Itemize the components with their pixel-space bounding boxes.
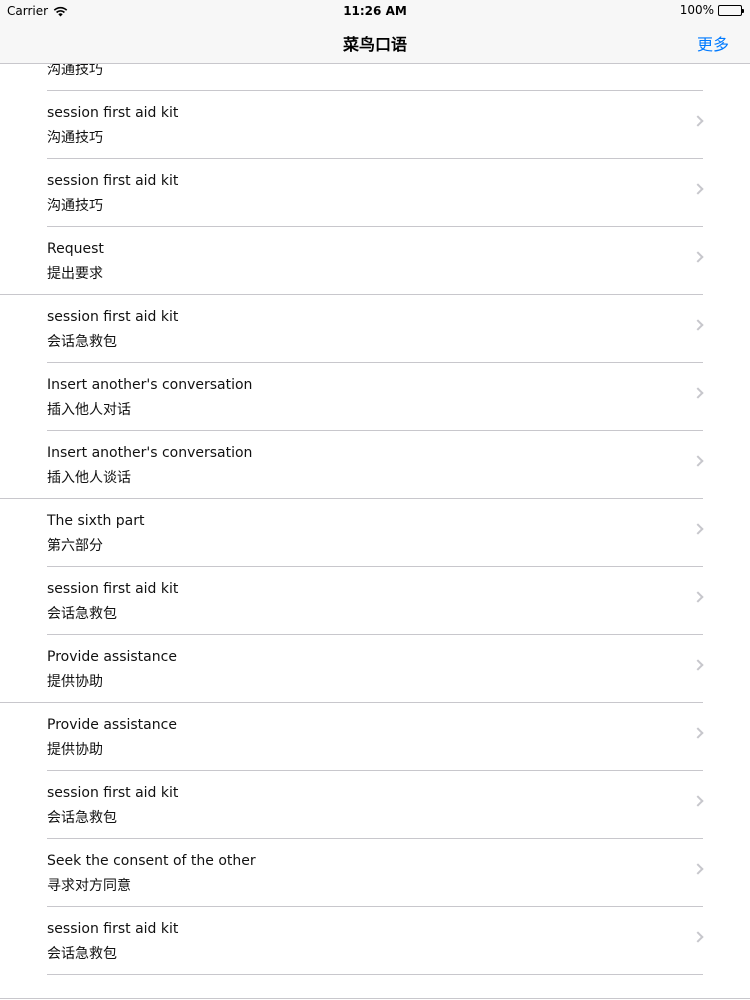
list-item-subtitle: 会话急救包 (47, 810, 117, 826)
nav-title: 菜鸟口语 (342, 35, 407, 54)
list-item[interactable]: session first aid kit 会话急救包 (0, 907, 750, 975)
battery-percent: 100% (679, 3, 714, 17)
list-item-subtitle: 提供协助 (47, 742, 103, 758)
list-item[interactable]: session first aid kit 会话急救包 (0, 567, 750, 635)
chevron-right-icon (692, 251, 704, 263)
list-item[interactable]: The sixth part 第六部分 (0, 499, 750, 567)
chevron-right-icon (692, 659, 704, 671)
list-item-subtitle: 提供协助 (47, 674, 103, 690)
more-button[interactable]: 更多 (697, 31, 729, 55)
chevron-right-icon (692, 523, 704, 535)
navigation-bar: 菜鸟口语 更多 (0, 22, 750, 64)
bottom-divider (0, 998, 750, 999)
list-item-title: session first aid kit (47, 173, 179, 189)
chevron-right-icon (692, 795, 704, 807)
list-item[interactable]: session first aid kit 沟通技巧 (0, 91, 750, 159)
list-item-subtitle: 插入他人对话 (47, 402, 131, 418)
list-item[interactable]: Insert another's conversation 插入他人谈话 (0, 431, 750, 499)
list-item[interactable]: Provide assistance 提供协助 (0, 703, 750, 771)
list-item[interactable]: session first aid kit 会话急救包 (0, 771, 750, 839)
list-item-subtitle: 会话急救包 (47, 334, 117, 350)
chevron-right-icon (692, 115, 704, 127)
list-item-title: session first aid kit (47, 309, 179, 325)
chevron-right-icon (692, 591, 704, 603)
list-item-subtitle: 第六部分 (47, 538, 103, 554)
chevron-right-icon (692, 727, 704, 739)
list-item-title: Provide assistance (47, 649, 177, 665)
app-screen: Carrier 11:26 AM 100% 菜鸟口语 更多 Communicat… (0, 0, 750, 1000)
chevron-right-icon (692, 455, 704, 467)
list-item-title: Insert another's conversation (47, 445, 253, 461)
chevron-right-icon (692, 387, 704, 399)
list-item[interactable]: Insert another's conversation 插入他人对话 (0, 363, 750, 431)
list-item[interactable]: session first aid kit 沟通技巧 (0, 159, 750, 227)
list-item-title: session first aid kit (47, 581, 179, 597)
list-item-subtitle: 提出要求 (47, 266, 103, 282)
list-item-title: The sixth part (47, 513, 145, 529)
list-item-subtitle: 会话急救包 (47, 606, 117, 622)
list-item-subtitle: 沟通技巧 (47, 130, 103, 146)
list-item-title: Insert another's conversation (47, 377, 253, 393)
list-item-subtitle: 插入他人谈话 (47, 470, 131, 486)
list-item-subtitle: 沟通技巧 (47, 198, 103, 214)
chevron-right-icon (692, 319, 704, 331)
list-item-subtitle: 会话急救包 (47, 946, 117, 962)
list-item-subtitle: 寻求对方同意 (47, 878, 131, 894)
list-item-title: Request (47, 241, 104, 257)
list-item[interactable]: Provide assistance 提供协助 (0, 635, 750, 703)
list-item[interactable]: Seek the consent of the other 寻求对方同意 (0, 839, 750, 907)
battery-icon (718, 4, 744, 16)
list-item-title: Seek the consent of the other (47, 853, 256, 869)
status-right: 100% (679, 3, 744, 17)
list-item-title: Provide assistance (47, 717, 177, 733)
chevron-right-icon (692, 863, 704, 875)
status-bar: Carrier 11:26 AM 100% (0, 0, 750, 22)
list-item[interactable]: session first aid kit 会话急救包 (0, 295, 750, 363)
list-item-title: session first aid kit (47, 105, 179, 121)
status-time: 11:26 AM (343, 4, 407, 18)
chevron-right-icon (692, 183, 704, 195)
lesson-list[interactable]: Communication skills沟通技巧session first ai… (0, 37, 750, 975)
list-item[interactable]: Request 提出要求 (0, 227, 750, 295)
list-item-title: session first aid kit (47, 921, 179, 937)
chevron-right-icon (692, 931, 704, 943)
list-item-title: session first aid kit (47, 785, 179, 801)
